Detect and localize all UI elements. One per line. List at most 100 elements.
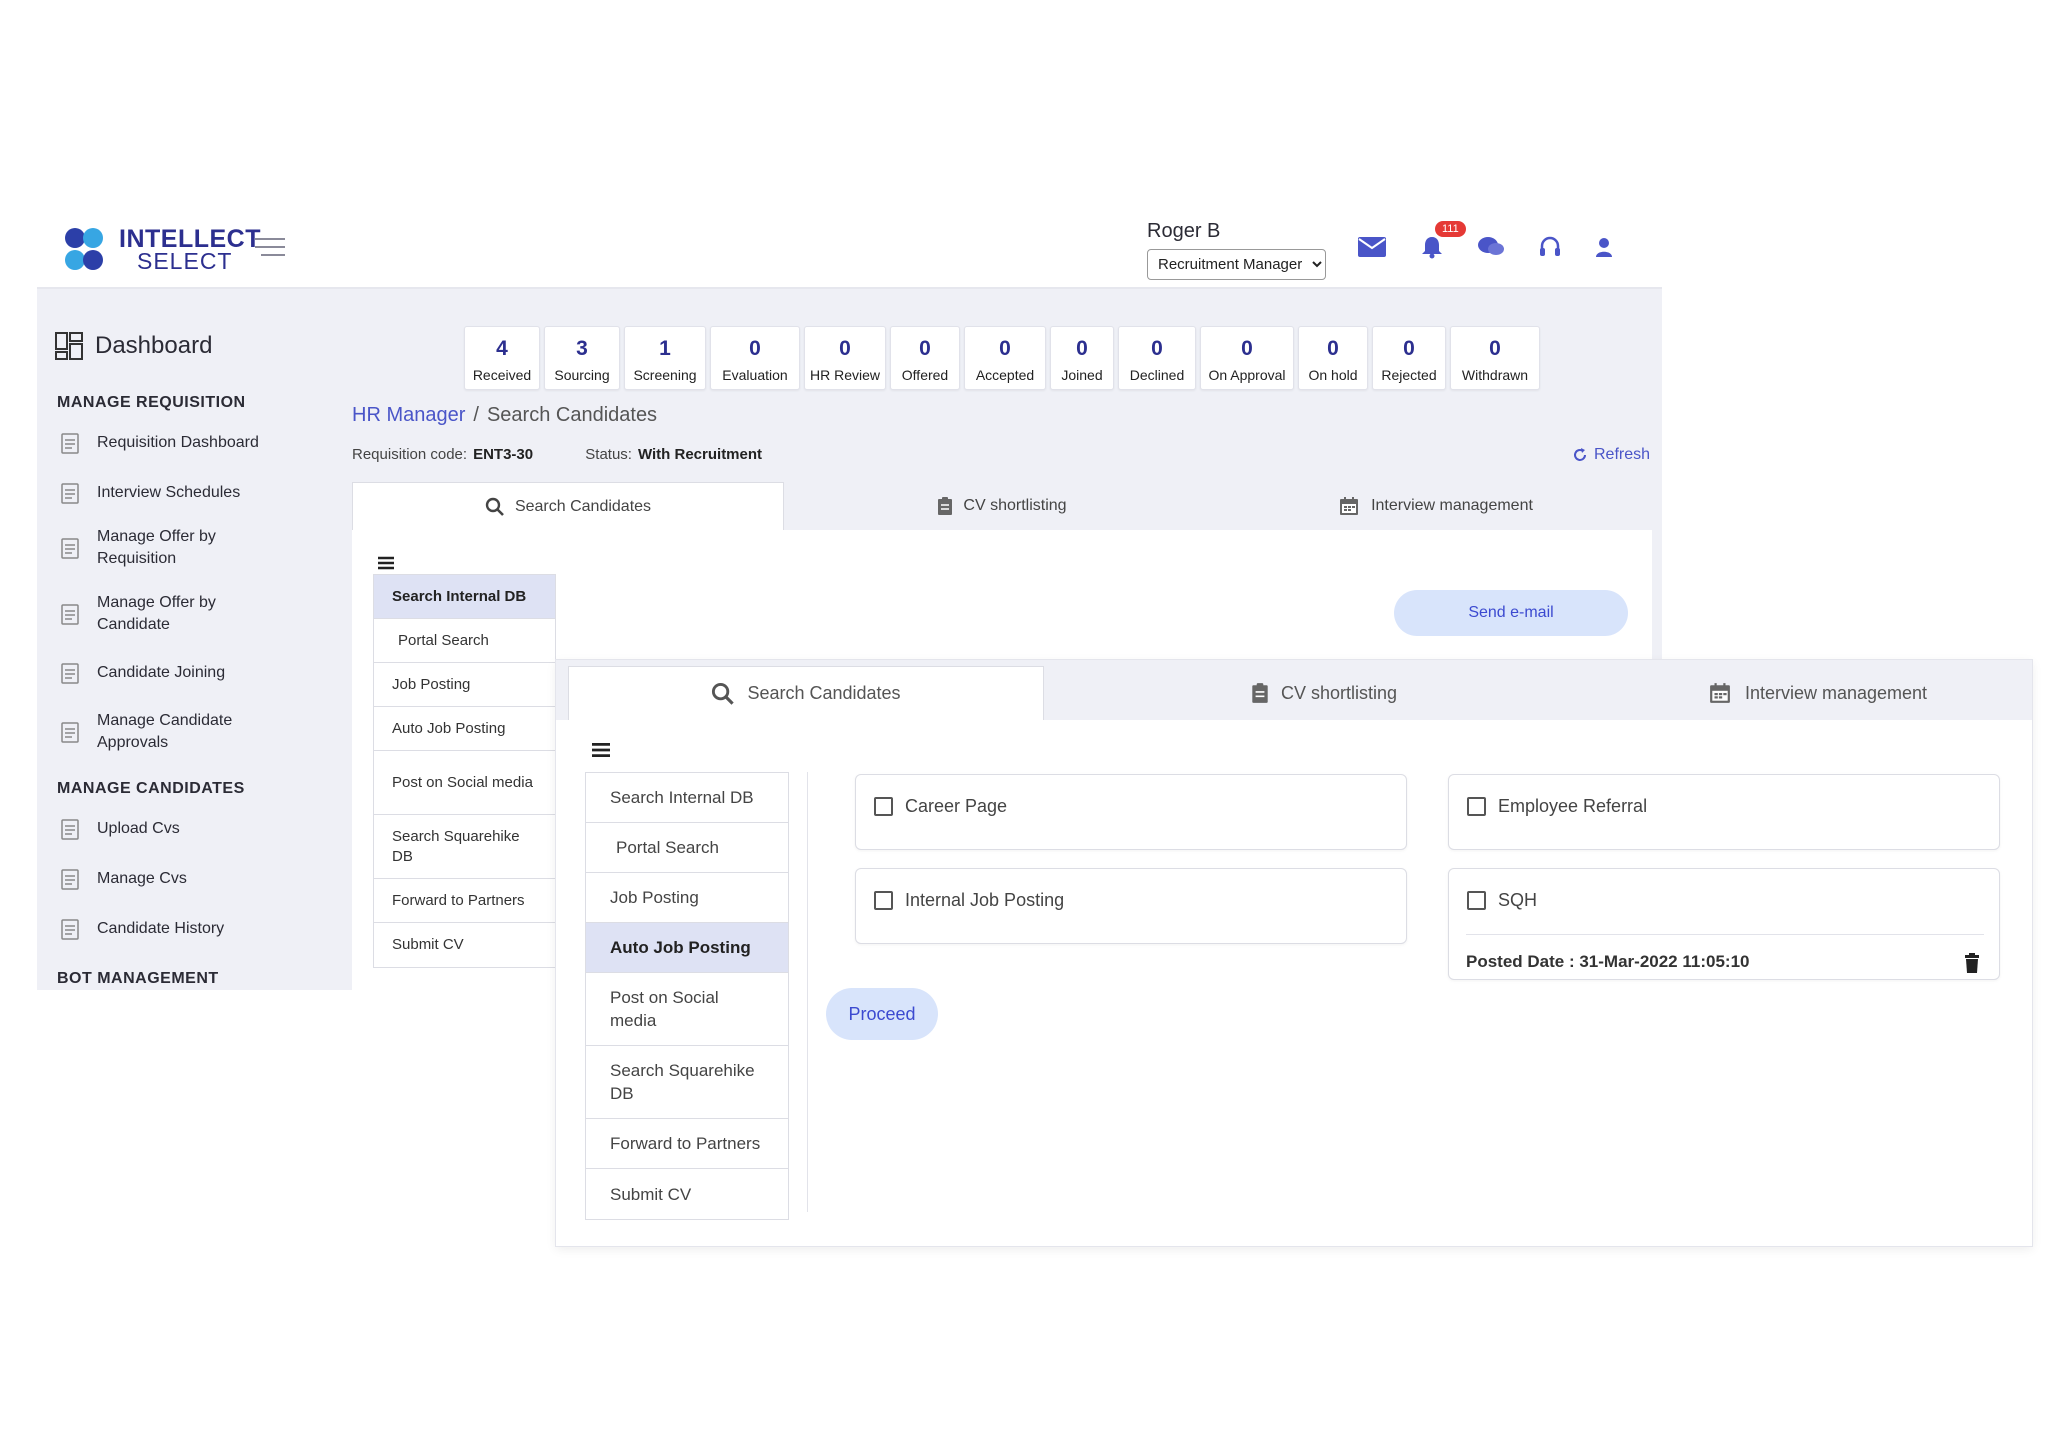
- calendar-icon: [1340, 497, 1359, 515]
- chat-icon[interactable]: [1477, 235, 1505, 264]
- document-icon: [61, 433, 79, 454]
- front-menu-item-active[interactable]: Auto Job Posting: [586, 923, 788, 973]
- calendar-icon: [1710, 683, 1730, 703]
- stat-rejected[interactable]: 0 Rejected: [1372, 326, 1446, 390]
- front-tab-interview-management[interactable]: Interview management: [1604, 666, 2032, 720]
- stat-joined[interactable]: 0 Joined: [1050, 326, 1114, 390]
- logo-text-line2: SELECT: [137, 248, 233, 274]
- breadcrumb-parent[interactable]: HR Manager: [352, 404, 465, 426]
- front-menu-item[interactable]: Job Posting: [586, 873, 788, 923]
- back-menu-item[interactable]: Job Posting: [374, 663, 555, 707]
- stat-hr-review[interactable]: 0 HR Review: [804, 326, 886, 390]
- stat-on-hold[interactable]: 0 On hold: [1298, 326, 1368, 390]
- sidebar-dashboard[interactable]: Dashboard: [55, 332, 212, 360]
- list-menu-icon[interactable]: [378, 556, 394, 575]
- back-menu-item[interactable]: Portal Search: [374, 619, 555, 663]
- document-icon: [61, 722, 79, 743]
- front-menu-item[interactable]: Forward to Partners: [586, 1119, 788, 1169]
- user-icon[interactable]: [1595, 237, 1613, 262]
- back-menu-item[interactable]: Forward to Partners: [374, 879, 555, 923]
- mail-icon[interactable]: [1357, 236, 1387, 263]
- stat-on-approval[interactable]: 0 On Approval: [1200, 326, 1294, 390]
- divider: [1466, 934, 1984, 935]
- headset-icon[interactable]: [1539, 236, 1561, 263]
- notification-badge: 111: [1435, 221, 1466, 237]
- stat-declined[interactable]: 0 Declined: [1118, 326, 1196, 390]
- back-menu-item[interactable]: Search Squarehike DB: [374, 815, 555, 879]
- sidebar-item-manage-cvs[interactable]: Manage Cvs: [61, 868, 187, 890]
- front-menu-item[interactable]: Post on Social media: [586, 973, 788, 1046]
- front-menu-item[interactable]: Portal Search: [586, 823, 788, 873]
- dashboard-icon: [55, 332, 83, 360]
- refresh-icon: [1574, 448, 1586, 461]
- sidebar-item-upload-cvs[interactable]: Upload Cvs: [61, 818, 180, 840]
- tab-cv-shortlisting[interactable]: CV shortlisting: [784, 482, 1220, 530]
- clipboard-icon: [1252, 683, 1268, 703]
- front-tab-cv-shortlisting[interactable]: CV shortlisting: [1044, 666, 1604, 720]
- back-tabs: Search Candidates CV shortlisting Interv…: [352, 482, 1652, 530]
- front-menu-item[interactable]: Search Internal DB: [586, 773, 788, 823]
- sidebar-item-offer-by-requisition[interactable]: Manage Offer by Requisition: [61, 526, 261, 570]
- menu-toggle-icon[interactable]: [255, 238, 285, 258]
- document-icon: [61, 483, 79, 504]
- stat-withdrawn[interactable]: 0 Withdrawn: [1450, 326, 1540, 390]
- logo[interactable]: INTELLECT SELECT: [63, 226, 261, 274]
- send-email-button[interactable]: Send e-mail: [1394, 590, 1628, 636]
- front-tab-search-candidates[interactable]: Search Candidates: [568, 666, 1044, 720]
- document-icon: [61, 819, 79, 840]
- list-menu-icon[interactable]: [592, 742, 610, 763]
- clipboard-icon: [938, 497, 953, 515]
- role-select[interactable]: Recruitment Manager: [1147, 249, 1326, 280]
- section-manage-candidates: MANAGE CANDIDATES: [57, 780, 245, 797]
- document-icon: [61, 919, 79, 940]
- employee-referral-checkbox[interactable]: Employee Referral: [1467, 796, 1647, 817]
- req-code-value: ENT3-30: [473, 446, 534, 463]
- logo-text-line1: INTELLECT: [119, 225, 261, 253]
- menu-divider: [807, 772, 808, 1212]
- stat-sourcing[interactable]: 3 Sourcing: [544, 326, 620, 390]
- sidebar-item-requisition-dashboard[interactable]: Requisition Dashboard: [61, 432, 259, 454]
- search-icon: [712, 682, 735, 705]
- posted-date: Posted Date : 31-Mar-2022 11:05:10: [1466, 952, 1750, 971]
- refresh-button[interactable]: Refresh: [1572, 446, 1650, 464]
- sidebar-item-interview-schedules[interactable]: Interview Schedules: [61, 482, 240, 504]
- breadcrumb-separator: /: [473, 404, 479, 426]
- tab-interview-management[interactable]: Interview management: [1220, 482, 1652, 530]
- document-icon: [61, 604, 79, 625]
- section-bot-management: BOT MANAGEMENT: [57, 970, 219, 987]
- internal-job-posting-checkbox[interactable]: Internal Job Posting: [874, 890, 1064, 911]
- back-menu-item[interactable]: Search Internal DB: [374, 575, 555, 619]
- logo-mark-icon: [63, 226, 111, 274]
- tab-search-candidates[interactable]: Search Candidates: [352, 482, 784, 530]
- front-menu-item[interactable]: Search Squarehike DB: [586, 1046, 788, 1119]
- bell-icon[interactable]: 111: [1421, 221, 1466, 264]
- back-menu-item[interactable]: Auto Job Posting: [374, 707, 555, 751]
- dashboard-label: Dashboard: [95, 332, 213, 359]
- document-icon: [61, 663, 79, 684]
- career-page-checkbox[interactable]: Career Page: [874, 796, 1007, 817]
- req-status-value: With Recruitment: [637, 446, 763, 463]
- front-menu-item[interactable]: Submit CV: [586, 1169, 788, 1219]
- trash-icon[interactable]: [1964, 953, 1980, 978]
- sidebar-item-candidate-approvals[interactable]: Manage Candidate Approvals: [61, 710, 261, 754]
- sidebar-item-candidate-joining[interactable]: Candidate Joining: [61, 662, 225, 684]
- front-left-menu: Search Internal DB Portal Search Job Pos…: [585, 772, 789, 1220]
- section-manage-requisition: MANAGE REQUISITION: [57, 394, 246, 411]
- stat-received[interactable]: 4 Received: [464, 326, 540, 390]
- sidebar-item-candidate-history[interactable]: Candidate History: [61, 918, 224, 940]
- sqh-checkbox[interactable]: SQH: [1467, 890, 1537, 911]
- stat-screening[interactable]: 1 Screening: [624, 326, 706, 390]
- stat-offered[interactable]: 0 Offered: [890, 326, 960, 390]
- back-menu-item[interactable]: Post on Social media: [374, 751, 555, 815]
- back-menu-item[interactable]: Submit CV: [374, 923, 555, 967]
- search-icon: [485, 497, 504, 516]
- back-left-menu: Search Internal DB Portal Search Job Pos…: [373, 574, 556, 968]
- stat-evaluation[interactable]: 0 Evaluation: [710, 326, 800, 390]
- breadcrumb: HR Manager / Search Candidates: [352, 404, 657, 427]
- proceed-button[interactable]: Proceed: [826, 988, 938, 1040]
- requisition-info: Requisition code: ENT3-30 Status: With Rec…: [352, 446, 762, 463]
- document-icon: [61, 869, 79, 890]
- user-block: Roger B Recruitment Manager: [1147, 220, 1326, 280]
- stat-accepted[interactable]: 0 Accepted: [964, 326, 1046, 390]
- sidebar-item-offer-by-candidate[interactable]: Manage Offer by Candidate: [61, 592, 261, 636]
